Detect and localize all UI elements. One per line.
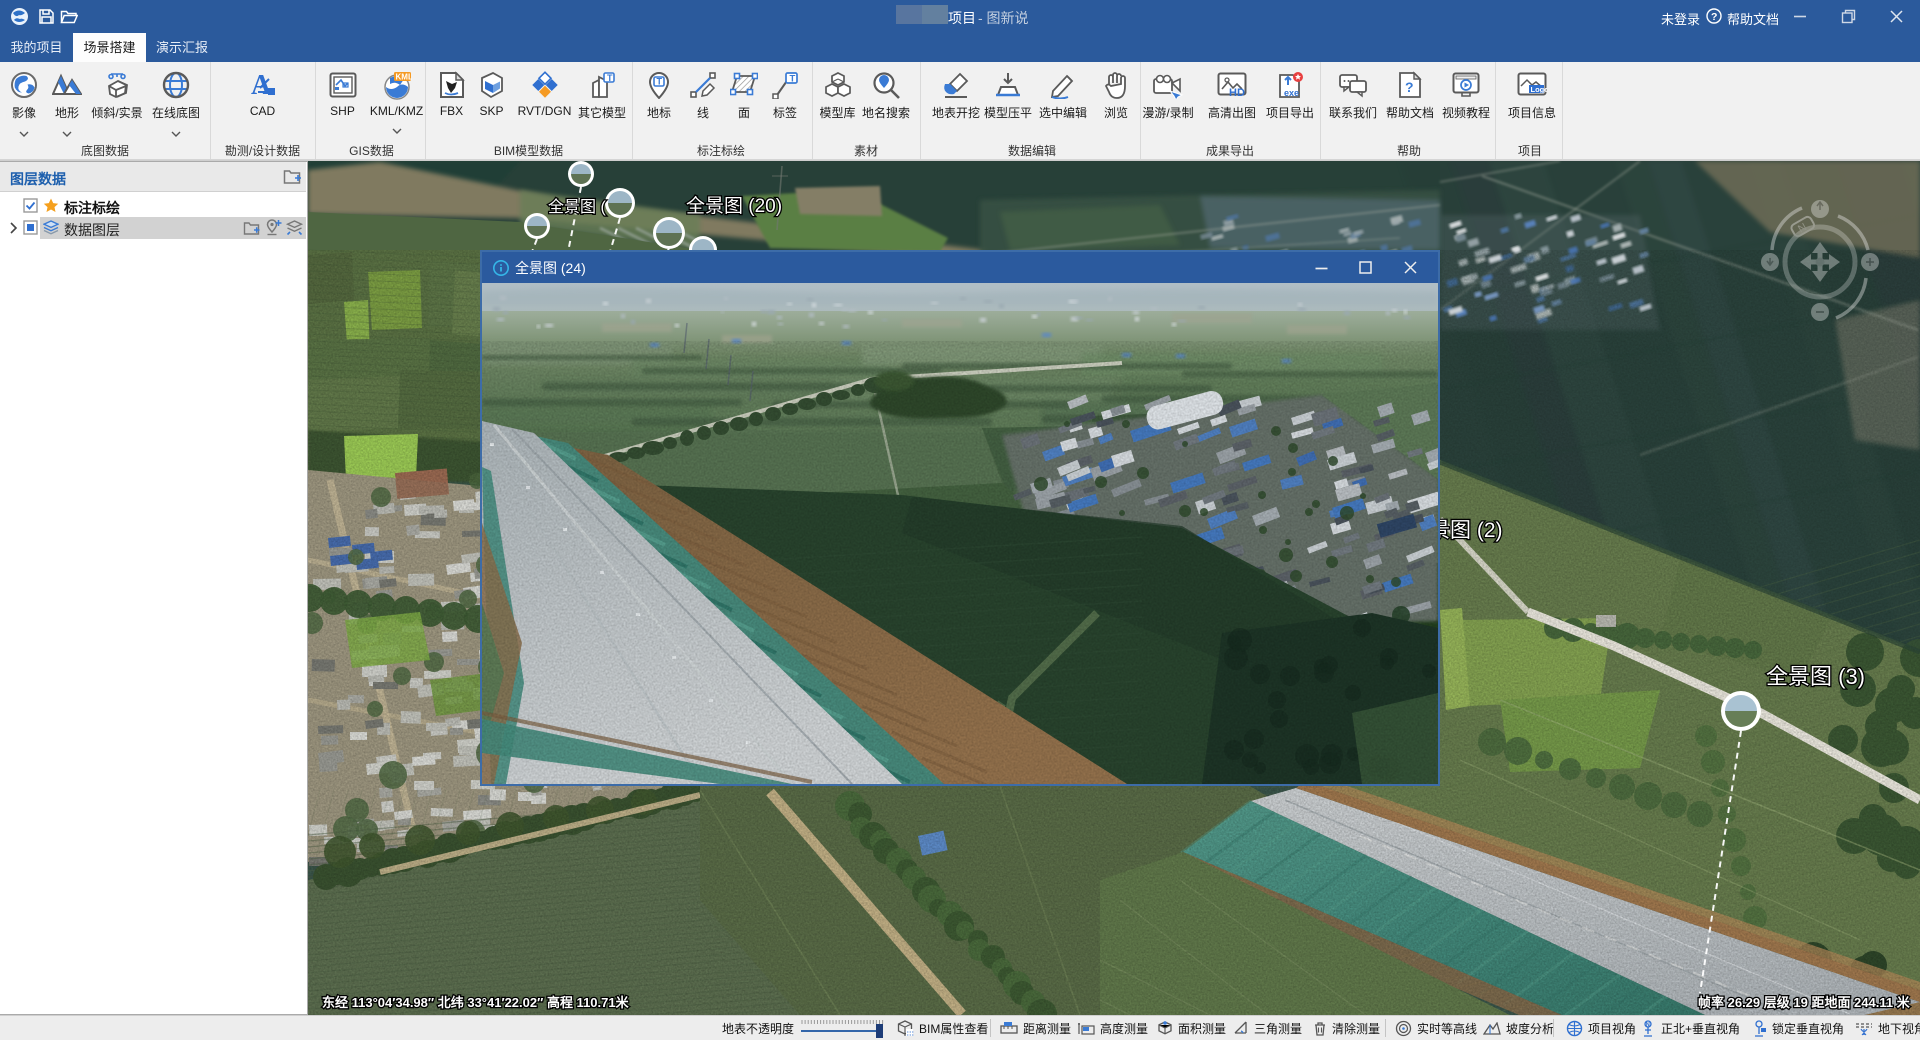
svg-text::::: :::	[907, 1029, 915, 1037]
svg-text:T: T	[607, 73, 613, 83]
svg-text:T: T	[790, 74, 796, 85]
svg-text:全景图 (3): 全景图 (3)	[1766, 664, 1865, 689]
svg-text:KML: KML	[395, 73, 412, 82]
svg-text:?: ?	[1711, 11, 1717, 23]
svg-text:全景图 (20): 全景图 (20)	[686, 195, 782, 217]
svg-text:帧率 26.29 层级 19 距地面 244.11 米: 帧率 26.29 层级 19 距地面 244.11 米	[1698, 995, 1911, 1010]
svg-text:T: T	[657, 77, 663, 87]
svg-text:HD: HD	[1229, 87, 1245, 98]
svg-text:东经 113°04′34.98″ 北纬 33°41′22.0: 东经 113°04′34.98″ 北纬 33°41′22.02″ 高程 110.…	[322, 995, 630, 1010]
svg-text:exe: exe	[1284, 88, 1299, 98]
svg-text:Logo: Logo	[1531, 85, 1548, 94]
svg-text:全景图 (: 全景图 (	[548, 198, 606, 216]
svg-text:N: N	[1646, 1022, 1650, 1028]
svg-text:?: ?	[1405, 79, 1414, 95]
